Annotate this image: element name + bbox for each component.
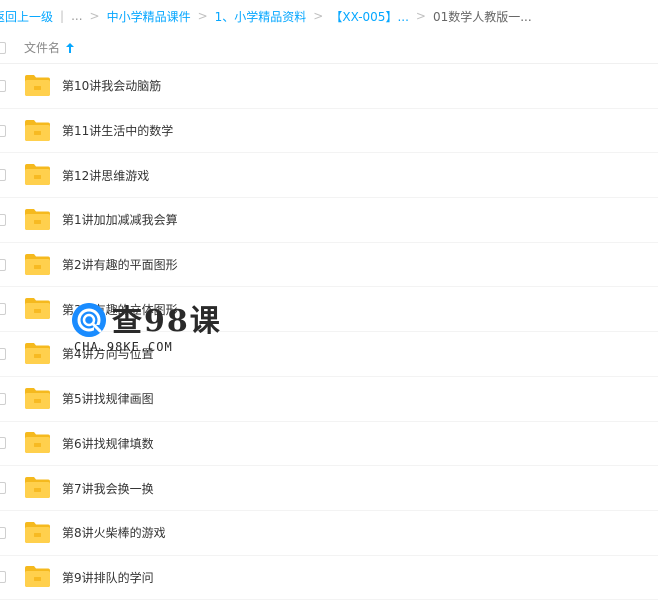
breadcrumb-ellipsis[interactable]: ...	[71, 9, 82, 23]
file-name[interactable]: 第3讲有趣的立体图形	[62, 301, 178, 318]
file-row[interactable]: 第8讲火柴棒的游戏	[0, 511, 658, 556]
breadcrumb-item-2[interactable]: 1、小学精品资料	[215, 8, 307, 25]
file-name[interactable]: 第11讲生活中的数学	[62, 122, 173, 139]
row-checkbox[interactable]	[0, 303, 6, 316]
row-checkbox[interactable]	[0, 571, 6, 584]
breadcrumb-current: 01数学人教版一...	[432, 9, 532, 24]
file-row[interactable]: 第3讲有趣的立体图形	[0, 287, 658, 333]
file-row[interactable]: 第10讲我会动脑筋	[0, 64, 658, 109]
file-name[interactable]: 第12讲思维游戏	[62, 167, 149, 184]
row-checkbox[interactable]	[0, 124, 6, 137]
file-name[interactable]: 第7讲我会换一换	[62, 480, 154, 497]
folder-icon	[25, 477, 50, 499]
row-checkbox[interactable]	[0, 437, 6, 450]
file-row[interactable]: 第9讲排队的学问	[0, 556, 658, 600]
folder-icon	[25, 74, 50, 96]
folder-icon	[25, 521, 50, 543]
folder-icon	[25, 164, 50, 186]
file-name[interactable]: 第8讲火柴棒的游戏	[62, 524, 166, 541]
row-checkbox[interactable]	[0, 213, 6, 226]
file-row[interactable]: 第6讲找规律填数	[0, 422, 658, 467]
folder-icon	[25, 566, 50, 588]
sort-by-name-button[interactable]: 文件名	[24, 39, 75, 56]
file-browser: 返回上一级 | ... > 中小学精品课件 > 1、小学精品资料 > 【XX-0…	[0, 0, 658, 600]
file-name[interactable]: 第4讲方向与位置	[62, 345, 154, 362]
folder-icon	[25, 298, 50, 320]
row-checkbox[interactable]	[0, 258, 6, 271]
back-link[interactable]: 返回上一级	[0, 8, 53, 25]
file-name[interactable]: 第5讲找规律画图	[62, 390, 154, 407]
folder-icon	[25, 342, 50, 364]
breadcrumb-separator: |	[60, 9, 65, 23]
file-name[interactable]: 第10讲我会动脑筋	[62, 77, 161, 94]
file-row[interactable]: 第1讲加加减减我会算	[0, 198, 658, 243]
folder-icon	[25, 119, 50, 141]
folder-icon	[25, 432, 50, 454]
row-checkbox[interactable]	[0, 169, 6, 182]
file-name[interactable]: 第2讲有趣的平面图形	[62, 256, 178, 273]
file-row[interactable]: 第5讲找规律画图	[0, 377, 658, 422]
file-row[interactable]: 第2讲有趣的平面图形	[0, 243, 658, 288]
file-list-header: 文件名	[0, 32, 658, 64]
file-row[interactable]: 第7讲我会换一换	[0, 466, 658, 511]
row-checkbox[interactable]	[0, 392, 6, 405]
breadcrumb-item-1[interactable]: 中小学精品课件	[107, 8, 191, 25]
breadcrumb-separator: >	[415, 9, 426, 23]
file-row[interactable]: 第12讲思维游戏	[0, 153, 658, 199]
folder-icon	[25, 208, 50, 230]
file-name[interactable]: 第9讲排队的学问	[62, 569, 154, 586]
select-all-checkbox[interactable]	[0, 41, 6, 54]
folder-icon	[25, 387, 50, 409]
row-checkbox[interactable]	[0, 79, 6, 92]
row-checkbox[interactable]	[0, 526, 6, 539]
file-name[interactable]: 第6讲找规律填数	[62, 435, 154, 452]
file-row[interactable]: 第4讲方向与位置	[0, 332, 658, 377]
folder-icon	[25, 253, 50, 275]
row-checkbox[interactable]	[0, 347, 6, 360]
file-name[interactable]: 第1讲加加减减我会算	[62, 211, 178, 228]
row-checkbox[interactable]	[0, 482, 6, 495]
sort-ascending-icon	[66, 42, 75, 53]
column-name-label: 文件名	[24, 41, 61, 55]
breadcrumb-item-3[interactable]: 【XX-005】...	[330, 8, 409, 25]
breadcrumb-separator: >	[197, 9, 208, 23]
file-row[interactable]: 第11讲生活中的数学	[0, 109, 658, 154]
breadcrumb-separator: >	[89, 9, 100, 23]
breadcrumb: 返回上一级 | ... > 中小学精品课件 > 1、小学精品资料 > 【XX-0…	[0, 0, 658, 32]
breadcrumb-separator: >	[313, 9, 324, 23]
file-list: 第10讲我会动脑筋 第11讲生活中的数学 第12讲思维游戏第1讲加加减减我会算 第2讲…	[0, 64, 658, 600]
